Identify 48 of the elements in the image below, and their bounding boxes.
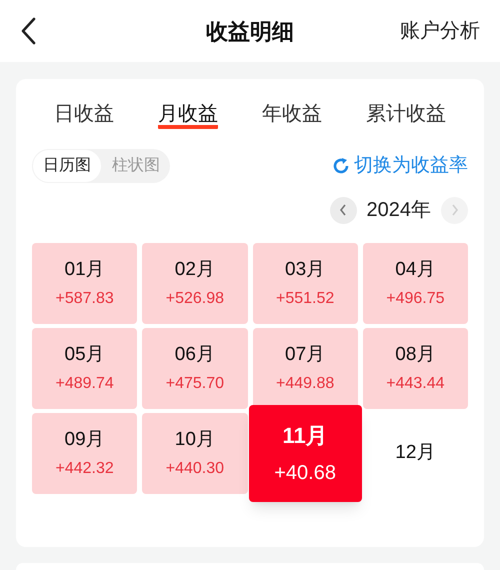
month-earnings: +449.88 (276, 374, 334, 394)
month-earnings: +526.98 (166, 288, 224, 309)
chevron-right-icon (450, 204, 458, 216)
month-earnings: +551.52 (276, 288, 334, 309)
refresh-icon (332, 157, 350, 175)
tab[interactable]: 日收益 (54, 99, 114, 129)
chevron-left-icon (339, 204, 347, 216)
month-earnings: +443.44 (386, 374, 445, 394)
back-icon[interactable] (20, 17, 36, 45)
month-cell[interactable]: 09月 +442.32 (32, 413, 138, 494)
month-label: 03月 (285, 258, 326, 282)
month-cell[interactable]: 01月 +587.83 (32, 243, 138, 324)
account-analysis-link[interactable]: 账户分析 (400, 16, 480, 46)
month-cell[interactable]: 05月 +489.74 (32, 328, 138, 409)
month-cell[interactable]: 10月 +440.30 (142, 413, 248, 494)
month-earnings: +442.32 (55, 458, 114, 479)
month-cell[interactable]: 02月 +526.98 (142, 243, 248, 324)
month-label: 11月 (282, 422, 328, 450)
year-label: 2024年 (366, 198, 431, 223)
month-earnings: +475.70 (166, 374, 224, 394)
month-cell[interactable]: 08月 +443.44 (362, 328, 468, 409)
view-toggle-option[interactable]: 日历图 (32, 149, 102, 183)
month-cell[interactable]: 12月 (362, 413, 468, 494)
month-earnings: +587.83 (55, 288, 114, 309)
month-earnings: +440.30 (166, 458, 224, 479)
month-cell[interactable]: 04月 +496.75 (362, 243, 468, 324)
tab[interactable]: 月收益 (158, 99, 218, 129)
month-label: 10月 (174, 428, 215, 452)
month-label: 02月 (174, 258, 215, 282)
page-title: 收益明细 (206, 18, 294, 46)
month-label: 09月 (64, 428, 105, 452)
month-cell[interactable]: 06月 +475.70 (142, 328, 248, 409)
month-earnings: +496.75 (386, 288, 445, 309)
month-cell[interactable]: 03月 +551.52 (252, 243, 358, 324)
month-label: 06月 (174, 343, 215, 368)
month-label: 07月 (285, 343, 326, 368)
month-label: 01月 (64, 258, 105, 282)
month-label: 05月 (64, 343, 105, 368)
month-label: 08月 (395, 343, 436, 368)
month-earnings: +40.68 (274, 461, 336, 486)
month-label: 04月 (395, 258, 436, 282)
month-earnings: +489.74 (55, 374, 114, 394)
tab[interactable]: 累计收益 (366, 99, 446, 129)
previous-year-button[interactable] (330, 196, 356, 224)
switch-to-yield-link[interactable]: 切换为收益率 (332, 152, 468, 180)
month-label: 12月 (395, 441, 436, 466)
month-cell[interactable]: 11月 +40.68 (248, 405, 362, 502)
tab[interactable]: 年收益 (262, 99, 322, 129)
